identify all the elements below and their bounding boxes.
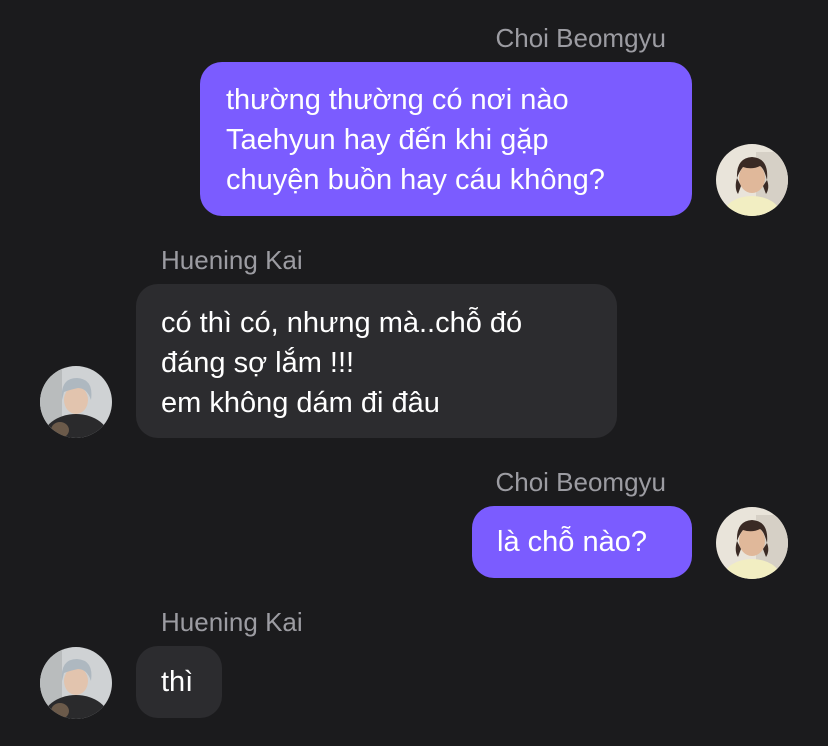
message-line: có thì có, nhưng mà..chỗ đó xyxy=(161,307,523,339)
message-line: là chỗ nào? xyxy=(497,526,647,558)
message-bubble-outgoing[interactable]: thường thường có nơi nào Taehyun hay đến… xyxy=(200,62,692,216)
message-bubble-outgoing[interactable]: là chỗ nào? xyxy=(472,506,692,578)
avatar-hueningkai-image xyxy=(40,366,112,438)
avatar-beomgyu-image xyxy=(716,507,788,579)
sender-name: Choi Beomgyu xyxy=(495,23,666,53)
avatar-beomgyu[interactable] xyxy=(716,507,788,579)
sender-name: Choi Beomgyu xyxy=(495,467,666,497)
message-line: đáng sợ lắm !!! xyxy=(161,347,355,379)
avatar-hueningkai[interactable] xyxy=(40,647,112,719)
message-bubble-incoming[interactable]: có thì có, nhưng mà..chỗ đó đáng sợ lắm … xyxy=(136,284,617,438)
sender-name: Huening Kai xyxy=(161,607,303,637)
message-line: thì xyxy=(161,666,194,698)
message-line: em không dám đi đâu xyxy=(161,387,440,419)
avatar-hueningkai[interactable] xyxy=(40,366,112,438)
message-bubble-incoming[interactable]: thì xyxy=(136,646,222,718)
message-line: Taehyun hay đến khi gặp xyxy=(226,124,549,156)
avatar-hueningkai-image xyxy=(40,647,112,719)
sender-name: Huening Kai xyxy=(161,245,303,275)
avatar-beomgyu[interactable] xyxy=(716,144,788,216)
avatar-beomgyu-image xyxy=(716,144,788,216)
message-line: chuyện buồn hay cáu không? xyxy=(226,164,605,196)
message-line: thường thường có nơi nào xyxy=(226,84,569,116)
